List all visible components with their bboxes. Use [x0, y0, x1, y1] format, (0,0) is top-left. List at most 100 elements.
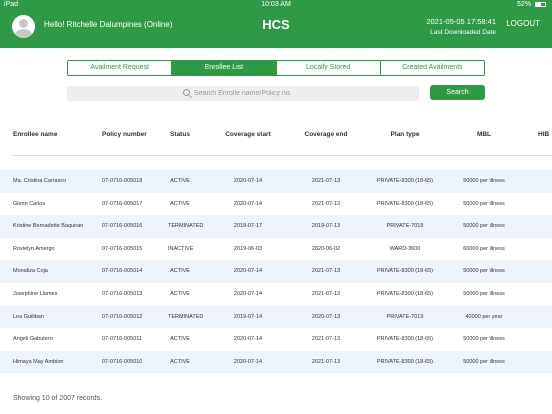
cell-coverage-end: 2020-06-02: [311, 245, 341, 252]
cell-mbl: 60000 per illness: [463, 245, 505, 252]
column-header-policy-number: Policy number: [102, 131, 147, 138]
table-row[interactable]: Ma. Cristina Carrasco 07-0716-005018 ACT…: [0, 170, 552, 193]
cell-enrollee-name: Lea Guiliban: [13, 313, 44, 320]
cell-policy-number: 07-0716-005016: [102, 223, 143, 230]
search-icon: [183, 89, 190, 96]
table-row[interactable]: Kristine Bernadette Baquiran 07-0716-005…: [0, 215, 552, 238]
cell-coverage-start: 2020-07-14: [233, 290, 263, 297]
table-row[interactable]: Monaliza Coja 07-0716-005014 ACTIVE 2020…: [0, 260, 552, 283]
last-download-datetime: 2021-05-05 17:58:41: [426, 17, 496, 26]
cell-policy-number: 07-0716-005013: [102, 290, 143, 297]
cell-enrollee-name: Angeli Gabutero: [13, 336, 53, 343]
cell-status: ACTIVE: [170, 336, 190, 343]
table-row[interactable]: Angeli Gabutero 07-0716-005011 ACTIVE 20…: [0, 328, 552, 351]
search-box: [67, 86, 419, 101]
column-header-hib: HIB: [538, 131, 550, 138]
table-row[interactable]: Glenn Carlos 07-0716-005017 ACTIVE 2020-…: [0, 193, 552, 216]
cell-coverage-end: 2021-07-13: [311, 358, 341, 365]
cell-coverage-end: 2021-07-13: [311, 336, 341, 343]
cell-policy-number: 07-0716-005014: [102, 268, 143, 275]
cell-enrollee-name: Rovielyn Amergo: [13, 245, 55, 252]
cell-coverage-start: 2019-07-14: [233, 313, 263, 320]
table-header: Enrollee name Policy number Status Cover…: [0, 131, 552, 143]
app-header: Hello! Ritchelle Dalumpines (Online) HCS…: [0, 10, 552, 48]
cell-status: TERMINATED: [168, 223, 204, 230]
cell-enrollee-name: Ma. Cristina Carrasco: [13, 178, 67, 184]
cell-policy-number: 07-0716-005017: [102, 200, 143, 207]
cell-coverage-end: 2020-07-13: [311, 313, 341, 320]
table-row[interactable]: Himaya May Ambion 07-0716-005010 ACTIVE …: [0, 350, 552, 374]
cell-plan-type: WARD-3600: [389, 245, 421, 252]
battery-percent: 52%: [517, 1, 532, 8]
tab-locally-stored[interactable]: Locally Stored: [276, 61, 381, 75]
status-time: 10:03 AM: [261, 1, 291, 8]
enrollee-table-body: Ma. Cristina Carrasco 07-0716-005018 ACT…: [0, 170, 552, 374]
cell-policy-number: 07-0716-005012: [102, 313, 143, 320]
cell-plan-type: PRIVATE-8300 (18-65): [376, 358, 434, 365]
search-button[interactable]: Search: [430, 85, 485, 100]
cell-enrollee-name: Himaya May Ambion: [13, 358, 64, 365]
cell-mbl: 50000 per illness: [463, 358, 505, 365]
cell-status: ACTIVE: [170, 178, 190, 184]
column-header-status: Status: [170, 131, 190, 138]
battery-icon: [535, 1, 546, 7]
cell-coverage-end: 2019-07-13: [311, 223, 341, 230]
cell-coverage-start: 2020-07-14: [233, 178, 263, 184]
cell-policy-number: 07-0716-005011: [102, 336, 142, 343]
table-row[interactable]: Rovielyn Amergo 07-0716-005015 INACTIVE …: [0, 238, 552, 261]
cell-status: INACTIVE: [168, 245, 194, 252]
tab-created-availments[interactable]: Created Availments: [380, 61, 484, 75]
cell-coverage-start: 2020-07-14: [233, 200, 263, 207]
cell-status: TERMINATED: [168, 313, 204, 320]
cell-mbl: 50000 per illness: [463, 178, 505, 184]
cell-status: ACTIVE: [170, 200, 190, 207]
tab-enrollee-list[interactable]: Enrollee List: [172, 61, 277, 75]
cell-mbl: 50000 per illness: [463, 268, 505, 275]
column-header-enrollee-name: Enrollee name: [13, 131, 58, 138]
tab-bar: Availment Request Enrollee List Locally …: [67, 60, 485, 76]
table-row[interactable]: Josephine Llames 07-0716-005013 ACTIVE 2…: [0, 283, 552, 306]
search-input[interactable]: [194, 87, 394, 100]
cell-plan-type: PRIVATE-8300 (18-65): [376, 290, 434, 297]
column-header-coverage-start: Coverage start: [225, 131, 271, 138]
records-count: Showing 10 of 2007 records.: [13, 395, 103, 402]
cell-coverage-start: 2020-07-14: [233, 336, 263, 343]
cell-policy-number: 07-0716-005015: [102, 245, 143, 252]
cell-coverage-end: 2021-07-13: [311, 178, 341, 184]
cell-coverage-start: 2018-07-17: [233, 223, 263, 230]
cell-policy-number: 07-0716-005018: [102, 178, 143, 184]
last-download-label: Last Downloaded Date: [430, 29, 496, 36]
cell-plan-type: PRIVATE-8300 (18-65): [376, 200, 434, 207]
cell-plan-type: PRIVATE-8300 (18-65): [376, 178, 434, 184]
cell-coverage-start: 2019-06-03: [233, 245, 263, 252]
cell-status: ACTIVE: [170, 290, 190, 297]
tab-availment-request[interactable]: Availment Request: [68, 61, 173, 75]
header-divider: [12, 155, 552, 156]
cell-coverage-start: 2020-07-14: [233, 268, 263, 275]
cell-mbl: 50000 per illness: [463, 336, 505, 343]
cell-mbl: 50000 per illness: [463, 200, 505, 207]
column-header-coverage-end: Coverage end: [304, 131, 348, 138]
cell-enrollee-name: Glenn Carlos: [13, 200, 46, 207]
cell-status: ACTIVE: [170, 358, 190, 365]
cell-policy-number: 07-0716-005010: [102, 358, 143, 365]
cell-enrollee-name: Kristine Bernadette Baquiran: [13, 223, 84, 230]
cell-coverage-end: 2021-07-13: [311, 200, 341, 207]
cell-plan-type: PRIVATE-7019: [386, 223, 424, 230]
status-bar: iPad 10:03 AM 52%: [0, 0, 552, 10]
column-header-plan-type: Plan type: [390, 131, 420, 138]
column-header-mbl: MBL: [476, 131, 492, 138]
table-row[interactable]: Lea Guiliban 07-0716-005012 TERMINATED 2…: [0, 305, 552, 329]
logout-button[interactable]: LOGOUT: [506, 19, 540, 28]
cell-enrollee-name: Monaliza Coja: [13, 268, 48, 275]
cell-plan-type: PRIVATE-8300 (18-65): [376, 336, 434, 343]
cell-plan-type: PRIVATE-7019: [386, 313, 424, 320]
battery-indicator: 52%: [517, 1, 546, 8]
cell-coverage-end: 2021-07-13: [311, 268, 341, 275]
cell-mbl: 50000 per illness: [463, 223, 505, 230]
cell-mbl: 50000 per illness: [463, 290, 505, 297]
cell-plan-type: PRIVATE-8300 (18-65): [376, 268, 434, 275]
last-download-info: 2021-05-05 17:58:41 Last Downloaded Date: [426, 16, 496, 38]
cell-coverage-end: 2021-07-13: [311, 290, 341, 297]
cell-status: ACTIVE: [170, 268, 190, 275]
